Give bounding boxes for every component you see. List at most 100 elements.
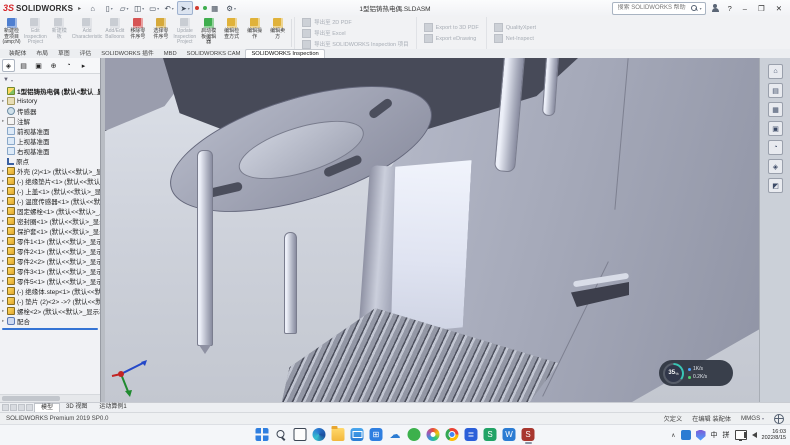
featuremanager-tab-icon[interactable]: ◈ [2, 59, 15, 72]
tree-item[interactable]: ▸ 前视基准面 [0, 126, 100, 136]
command-tab[interactable]: 草图 [53, 47, 75, 58]
tree-item[interactable]: ▸ 保护套<1> (默认<<默认>_显示状 [0, 226, 100, 236]
ribbon-export-item[interactable]: 导出至 SOLIDWORKS Inspection 项目 [302, 40, 408, 49]
task-view-icon[interactable] [294, 428, 307, 441]
configurationmanager-tab-icon[interactable]: ▣ [32, 59, 45, 72]
green-app-icon[interactable] [408, 428, 421, 441]
blue-notes-app-icon[interactable]: ≣ [465, 428, 478, 441]
forum-icon[interactable]: ◩ [768, 178, 783, 193]
file-explorer-icon[interactable]: ▦ [768, 102, 783, 117]
home-icon[interactable]: ⌂ ▾ [87, 2, 101, 14]
edge-icon[interactable] [313, 428, 326, 441]
new-file-icon[interactable]: ▯ ▾ [102, 2, 116, 14]
ribbon-button[interactable]: 启动模 板编辑 器 [197, 17, 220, 49]
tree-item[interactable]: ▸ 传感器 [0, 106, 100, 116]
tab-scroll-button[interactable] [2, 404, 9, 411]
restore-button[interactable]: ❐ [755, 4, 768, 13]
design-library-icon[interactable]: ▤ [768, 83, 783, 98]
tree-item[interactable]: ▸ 零件3<1> (默认<<默认>_显示状 [0, 266, 100, 276]
tree-item[interactable]: ▸ (-) 温度传感器<1> (默认<<默认>_ [0, 196, 100, 206]
tab-scroll-button[interactable] [26, 404, 33, 411]
tree-item[interactable]: ▸ 配合 [0, 316, 100, 326]
tree-item[interactable]: ▸ 零件5<1> (默认<<默认>_显示状 [0, 276, 100, 286]
tree-item[interactable]: ▸ 右视基准面 [0, 146, 100, 156]
ime-language-indicator[interactable]: 中 [711, 430, 718, 440]
help-button[interactable]: ? [725, 4, 735, 13]
onedrive-icon[interactable]: ☁ [389, 428, 402, 441]
tab-overflow-icon[interactable]: ▸ [77, 59, 90, 72]
ribbon-button[interactable]: Update Inspection Project [172, 17, 197, 49]
solidworks-taskbar-icon[interactable]: S [522, 428, 535, 441]
ribbon-button[interactable]: 新建检 查项目 (amp;N) [0, 17, 23, 49]
options-gear-icon[interactable]: ⚙ ▾ [224, 2, 238, 14]
propertymanager-tab-icon[interactable]: ▤ [17, 59, 30, 72]
close-button[interactable]: ✕ [773, 4, 785, 13]
command-tab[interactable]: MBD [159, 50, 182, 58]
document-tab[interactable]: 模型 [34, 403, 60, 413]
tree-item[interactable]: ▸ 固定螺栓<1> (默认<<默认>_显示 [0, 206, 100, 216]
display-grid-icon[interactable]: ▦ ▾ [209, 2, 223, 14]
ribbon-button[interactable]: 编辑检 查方式 [220, 17, 243, 49]
tab-scroll-button[interactable] [10, 404, 17, 411]
ribbon-quality-item[interactable]: QualityXpert [494, 23, 536, 32]
ribbon-button[interactable]: 移除零 件序号 [126, 17, 149, 49]
tree-item[interactable]: ▸ 零件1<1> (默认<<默认>_显示状态 [0, 236, 100, 246]
search-input[interactable] [616, 4, 689, 12]
tree-item[interactable]: ▸ (-) 绝缘体.step<1> (默认<<默认> [0, 286, 100, 296]
globe-icon[interactable] [774, 414, 784, 424]
tree-item[interactable]: ▸ 密封圈<1> (默认<<默认>_显示状 [0, 216, 100, 226]
file-explorer-icon[interactable] [332, 428, 345, 441]
filter-caret-icon[interactable]: ▾ [11, 78, 13, 83]
command-tab[interactable]: 评估 [75, 47, 97, 58]
tree-item[interactable]: ▸ (-) 绝缘垫片<1> (默认<<默认>_显 [0, 176, 100, 186]
appearances-icon[interactable]: ◔ [768, 140, 783, 155]
rollback-bar[interactable] [2, 328, 98, 330]
document-tab[interactable]: 3D 视图 [60, 403, 93, 413]
ribbon-button[interactable]: Add Characteristic [71, 17, 104, 49]
search-caret-icon[interactable]: ▾ [700, 6, 702, 11]
tray-chevron-icon[interactable]: ∧ [671, 432, 675, 439]
ribbon-export-item[interactable]: 导出至 Excel [302, 29, 408, 38]
graphics-viewport[interactable]: 35% 1K/s 0.2K/s [105, 58, 759, 402]
tree-item[interactable]: ▸ (-) 上盖<1> (默认<<默认>_显示状 [0, 186, 100, 196]
tab-scroll-button[interactable] [18, 404, 25, 411]
tree-horizontal-scrollbar[interactable] [0, 394, 100, 402]
menu-expander-icon[interactable]: ▸ [78, 5, 81, 12]
filter-funnel-icon[interactable]: ▼ [3, 77, 9, 83]
ribbon-export-item[interactable]: Export eDrawing [424, 34, 479, 43]
security-shield-icon[interactable] [696, 430, 706, 441]
performance-overlay-badge[interactable]: 35% 1K/s 0.2K/s [659, 360, 733, 386]
open-file-icon[interactable]: ▱ ▾ [117, 2, 131, 14]
search-box[interactable]: ▾ [612, 2, 706, 15]
speaker-icon[interactable] [752, 432, 757, 438]
green-s-app-icon[interactable]: S [484, 428, 497, 441]
chrome-icon[interactable] [446, 428, 459, 441]
ribbon-button[interactable]: Edit Inspection Project [23, 17, 48, 49]
tree-root-item[interactable]: 1型铝铸热电偶 (默认<默认_显示状态-1 [0, 86, 100, 96]
minimize-button[interactable]: – [740, 4, 750, 13]
search-icon[interactable] [691, 5, 698, 12]
command-tab[interactable]: 装配体 [4, 47, 31, 58]
ribbon-button[interactable]: 新建模 板 [48, 17, 71, 49]
tree-filter-row[interactable]: ▼ ▾ [0, 74, 100, 86]
clock[interactable]: 16:03 2022/8/15 [762, 429, 786, 441]
home-icon[interactable]: ⌂ [768, 64, 783, 79]
start-button[interactable] [256, 428, 269, 441]
command-tab[interactable]: SOLIDWORKS 插件 [96, 47, 159, 58]
select-cursor-icon[interactable]: ➤ ▾ [177, 1, 193, 15]
tree-item[interactable]: ▸ 外壳 (2)<1> (默认<<默认>_显示状 [0, 166, 100, 176]
ribbon-button[interactable]: Add/Edit Balloons [103, 17, 126, 49]
print-icon[interactable]: ▭ ▾ [147, 2, 161, 14]
ribbon-button[interactable]: 编辑卖 方 [266, 17, 289, 49]
tree-item[interactable]: ▸ 原点 [0, 156, 100, 166]
view-palette-icon[interactable]: ▣ [768, 121, 783, 136]
ribbon-export-item[interactable]: Export to 3D PDF [424, 23, 479, 32]
wps-w-app-icon[interactable]: W [503, 428, 516, 441]
undo-icon[interactable]: ↶ ▾ [162, 2, 176, 14]
search-icon[interactable] [275, 428, 288, 441]
store-icon[interactable]: ⊞ [370, 428, 383, 441]
command-tab[interactable]: SOLIDWORKS Inspection [245, 49, 324, 58]
command-tab[interactable]: SOLIDWORKS CAM [182, 50, 246, 58]
ribbon-quality-item[interactable]: Net-Inspect [494, 34, 536, 43]
document-tab[interactable]: 运动算例1 [93, 403, 132, 413]
